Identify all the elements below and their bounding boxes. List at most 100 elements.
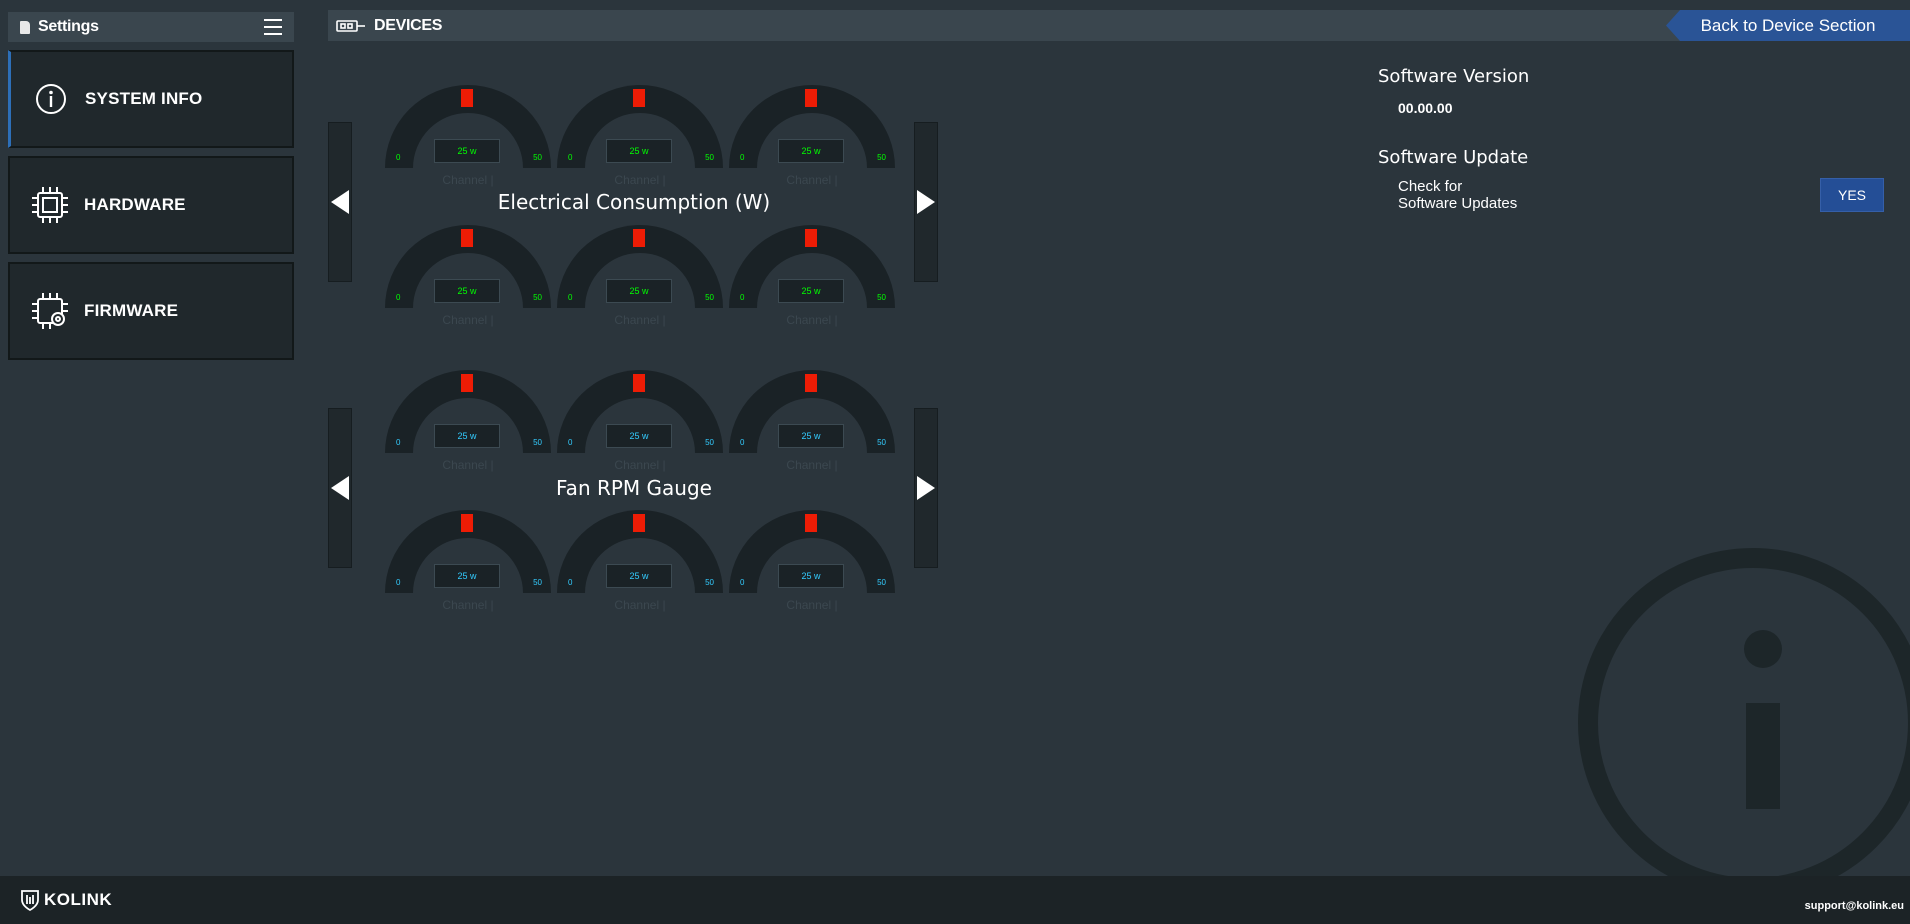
gauge-channel-label: Channel |: [786, 313, 838, 327]
gauge-max-label: 50: [533, 438, 542, 447]
check-updates-line2: Software Updates: [1398, 195, 1518, 212]
software-update-heading: Software Update: [1378, 147, 1529, 168]
gauge-value: 25 w: [606, 139, 672, 163]
brand-name: KOLINK: [44, 890, 113, 909]
gauge-needle: [805, 89, 817, 107]
gauge: 25 w 0 50 Channel |: [729, 370, 895, 472]
electrical-next-button[interactable]: [914, 122, 938, 282]
info-watermark-icon: [1578, 548, 1910, 898]
fan-next-button[interactable]: [914, 408, 938, 568]
software-version-heading: Software Version: [1378, 66, 1530, 87]
gauge-min-label: 0: [740, 578, 745, 587]
gauge-needle: [461, 89, 473, 107]
gauge-channel-label: Channel |: [614, 173, 666, 187]
gauge-max-label: 50: [705, 438, 714, 447]
gauge-max-label: 50: [877, 153, 886, 162]
kolink-logo: KOLINK: [20, 888, 112, 912]
gauge-needle: [461, 374, 473, 392]
sidebar-title: Settings: [38, 18, 99, 35]
arrow-left-icon: [331, 190, 349, 214]
arrow-right-icon: [917, 476, 935, 500]
arrow-left-icon: [331, 476, 349, 500]
sidebar-item-label: SYSTEM INFO: [85, 89, 203, 108]
gauge-max-label: 50: [877, 578, 886, 587]
gauge-value: 25 w: [434, 139, 500, 163]
gauge-channel-label: Channel |: [786, 173, 838, 187]
gauge-min-label: 0: [740, 293, 745, 302]
gauge-needle: [461, 514, 473, 532]
electrical-title: Electrical Consumption (W): [497, 190, 771, 214]
gauge: 25 w 0 50 Channel |: [729, 510, 895, 612]
sidebar-item-firmware[interactable]: FIRMWARE: [8, 262, 294, 360]
gauge-value: 25 w: [606, 564, 672, 588]
gauge-value: 25 w: [606, 424, 672, 448]
gauge: 25 w 0 50 Channel |: [385, 225, 551, 327]
gauge-channel-label: Channel |: [614, 313, 666, 327]
info-icon: [27, 75, 75, 123]
gauge-needle: [633, 89, 645, 107]
gauge-min-label: 0: [740, 438, 745, 447]
gauge-needle: [633, 514, 645, 532]
footer: KOLINK support@kolink.eu: [0, 876, 1910, 924]
gauge-channel-label: Channel |: [614, 458, 666, 472]
device-icon: [336, 19, 365, 32]
check-updates-yes-button[interactable]: YES: [1820, 178, 1884, 212]
support-email-link[interactable]: support@kolink.eu: [1805, 900, 1904, 912]
gauge-channel-label: Channel |: [614, 598, 666, 612]
chip-icon: [26, 181, 74, 229]
gauge-min-label: 0: [568, 293, 573, 302]
gauge-value: 25 w: [434, 424, 500, 448]
kolink-shield-icon: [21, 890, 39, 912]
fan-prev-button[interactable]: [328, 408, 352, 568]
sidebar-item-system-info[interactable]: SYSTEM INFO: [8, 50, 294, 148]
software-version-value: 00.00.00: [1398, 100, 1453, 116]
gauge-max-label: 50: [877, 438, 886, 447]
gauge-max-label: 50: [705, 293, 714, 302]
gauge-min-label: 0: [568, 438, 573, 447]
gauge-max-label: 50: [533, 293, 542, 302]
gauge: 25 w 0 50 Channel |: [557, 510, 723, 612]
gauge: 25 w 0 50 Channel |: [385, 370, 551, 472]
check-updates-line1: Check for: [1398, 178, 1463, 195]
gauge-value: 25 w: [606, 279, 672, 303]
gauge-value: 25 w: [778, 279, 844, 303]
gauge-needle: [805, 229, 817, 247]
gauge-needle: [461, 229, 473, 247]
gauge-needle: [805, 374, 817, 392]
sidebar-item-hardware[interactable]: HARDWARE: [8, 156, 294, 254]
gauge-min-label: 0: [568, 578, 573, 587]
hamburger-menu-icon[interactable]: [264, 19, 282, 35]
chip-gear-icon: [26, 287, 74, 335]
sidebar-item-label: HARDWARE: [84, 195, 186, 214]
gauge-value: 25 w: [434, 279, 500, 303]
gauge-channel-label: Channel |: [786, 458, 838, 472]
gauge-max-label: 50: [877, 293, 886, 302]
gauge-channel-label: Channel |: [442, 598, 494, 612]
gauge: 25 w 0 50 Channel |: [729, 225, 895, 327]
gauge-value: 25 w: [778, 424, 844, 448]
gauge-value: 25 w: [434, 564, 500, 588]
gauge-channel-label: Channel |: [442, 313, 494, 327]
gauge-max-label: 50: [705, 578, 714, 587]
gauge-max-label: 50: [705, 153, 714, 162]
gauge-min-label: 0: [396, 578, 401, 587]
gauge: 25 w 0 50 Channel |: [385, 85, 551, 187]
gauge-min-label: 0: [396, 153, 401, 162]
gauge: 25 w 0 50 Channel |: [729, 85, 895, 187]
arrow-right-icon: [917, 190, 935, 214]
back-to-device-section-button[interactable]: Back to Device Section: [1666, 10, 1910, 41]
gauge-value: 25 w: [778, 139, 844, 163]
gauge-needle: [805, 514, 817, 532]
gauge-value: 25 w: [778, 564, 844, 588]
gauge: 25 w 0 50 Channel |: [557, 85, 723, 187]
gauge-channel-label: Channel |: [442, 173, 494, 187]
sidebar-header: Settings: [8, 12, 294, 42]
gauge-min-label: 0: [740, 153, 745, 162]
settings-logo-icon: [20, 20, 30, 34]
gauge-needle: [633, 374, 645, 392]
electrical-prev-button[interactable]: [328, 122, 352, 282]
gauge-min-label: 0: [568, 153, 573, 162]
devices-title: DEVICES: [374, 16, 443, 34]
gauge: 25 w 0 50 Channel |: [385, 510, 551, 612]
gauge-min-label: 0: [396, 293, 401, 302]
